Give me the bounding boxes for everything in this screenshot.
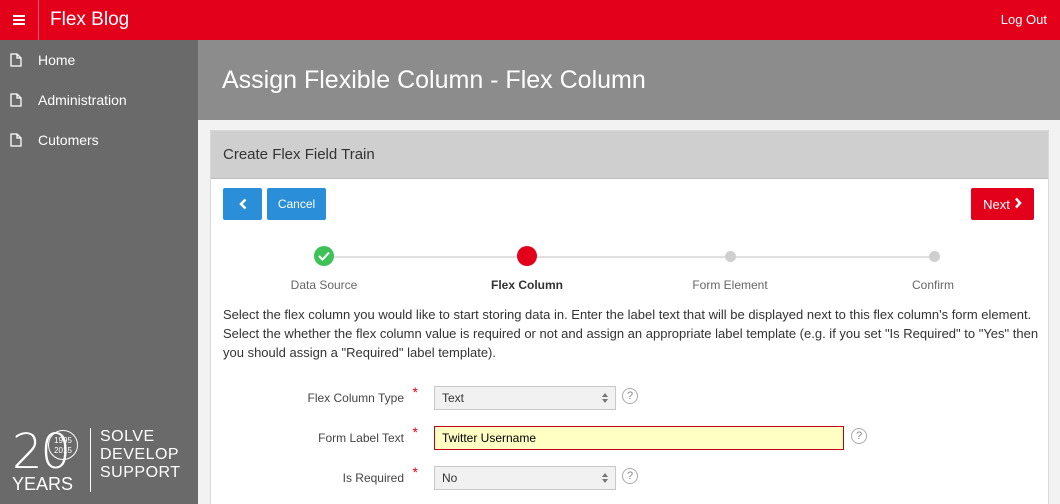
sidebar-item-label: Administration — [38, 92, 127, 108]
form-label-text-label: Form Label Text — [318, 431, 404, 445]
step-pending-marker — [929, 251, 940, 262]
logo-tagline: SOLVE DEVELOP SUPPORT — [100, 428, 181, 481]
sidebar-item-administration[interactable]: Administration — [0, 80, 198, 120]
form-label-text-input[interactable] — [434, 426, 844, 450]
step-pending-marker — [725, 251, 736, 262]
select-arrows-icon — [602, 393, 608, 403]
help-icon[interactable]: ? — [622, 388, 638, 404]
is-required-select[interactable]: No — [434, 466, 616, 490]
select-arrows-icon — [602, 473, 608, 483]
is-required-row: Is Required * No ? — [211, 464, 1050, 492]
previous-button[interactable] — [223, 188, 262, 220]
page-title: Assign Flexible Column - Flex Column — [222, 66, 646, 94]
sidebar-item-home[interactable]: Home — [0, 40, 198, 80]
chevron-right-icon — [1014, 196, 1022, 212]
cancel-button[interactable]: Cancel — [267, 188, 326, 220]
instructions-text: Select the flex column you would like to… — [223, 307, 1039, 360]
header-divider — [38, 0, 39, 40]
step-label-form-element: Form Element — [692, 278, 768, 292]
wizard-region: Create Flex Field Train Cancel Next Data… — [210, 130, 1049, 504]
page-icon — [10, 53, 22, 67]
check-icon — [318, 251, 330, 261]
top-bar: Flex Blog Log Out — [0, 0, 1060, 40]
train-progress-line — [324, 256, 934, 258]
is-required-label: Is Required — [342, 471, 404, 485]
step-label-flex-column: Flex Column — [490, 278, 564, 292]
step-current-marker — [517, 246, 537, 266]
flex-column-type-row: Flex Column Type * Text ? — [211, 384, 1050, 412]
next-button-label: Next — [983, 196, 1010, 212]
form-label-text-row: Form Label Text * ? — [211, 424, 1050, 452]
logout-link[interactable]: Log Out — [1001, 0, 1047, 40]
required-marker: * — [412, 384, 418, 400]
hamburger-icon — [13, 15, 25, 25]
anniversary-logo: 20 1995 2015 YEARS SOLVE DEVELOP SUPPORT — [10, 426, 190, 498]
app-title[interactable]: Flex Blog — [50, 0, 129, 40]
flex-column-type-select[interactable]: Text — [434, 386, 616, 410]
page-hero: Assign Flexible Column - Flex Column — [198, 40, 1060, 120]
menu-toggle-button[interactable] — [0, 0, 38, 40]
required-marker: * — [412, 424, 418, 440]
flex-column-type-label: Flex Column Type — [307, 391, 405, 405]
sidebar-item-label: Home — [38, 52, 76, 68]
sidebar-item-label: Cutomers — [38, 132, 99, 148]
help-icon[interactable]: ? — [622, 468, 638, 484]
step-complete-marker — [314, 246, 334, 266]
region-title: Create Flex Field Train — [211, 131, 1048, 179]
sidebar: Home Administration Cutomers 20 1995 201… — [0, 40, 198, 504]
chevron-left-icon — [238, 198, 246, 210]
logo-years-badge: 1995 2015 — [48, 430, 78, 460]
step-label-data-source: Data Source — [290, 278, 358, 292]
next-button[interactable]: Next — [971, 188, 1034, 220]
sidebar-item-customers[interactable]: Cutomers — [0, 120, 198, 160]
page-icon — [10, 133, 22, 147]
required-marker: * — [412, 464, 418, 480]
logo-years-text: YEARS — [12, 474, 74, 494]
page-icon — [10, 93, 22, 107]
logo-divider — [90, 428, 91, 492]
help-icon[interactable]: ? — [851, 428, 867, 444]
step-label-confirm: Confirm — [911, 278, 955, 292]
